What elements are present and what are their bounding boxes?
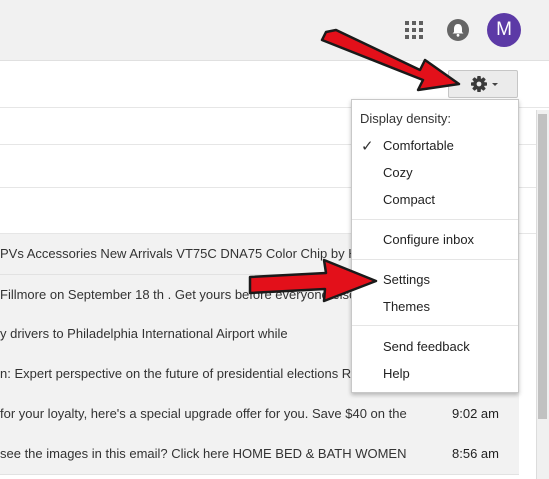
dropdown-caret-icon [492,83,498,86]
checkmark-icon: ✓ [361,138,374,155]
settings-gear-button[interactable] [448,70,518,98]
email-time: 8:56 am [452,446,499,461]
menu-item-configure-inbox[interactable]: Configure inbox [383,232,474,247]
display-density-label: Display density: [360,111,452,126]
menu-item-cozy[interactable]: Cozy [383,165,413,180]
email-snippet: y drivers to Philadelphia International … [0,326,288,341]
email-snippet: PVs Accessories New Arrivals VT75C DNA75… [0,246,368,261]
email-snippet: for your loyalty, here's a special upgra… [0,406,410,421]
menu-item-comfortable[interactable]: Comfortable [383,138,454,153]
menu-item-compact[interactable]: Compact [383,192,435,207]
apps-grid-icon[interactable] [405,21,423,39]
email-snippet: see the images in this email? Click here… [0,446,410,461]
menu-divider [352,219,518,220]
menu-item-settings[interactable]: Settings [383,272,430,287]
email-row[interactable]: see the images in this email? Click here… [0,434,519,475]
account-avatar[interactable]: M [487,13,521,47]
menu-item-themes[interactable]: Themes [383,299,430,314]
gear-icon [471,76,487,92]
menu-item-help[interactable]: Help [383,366,410,381]
menu-divider [352,259,518,260]
menu-item-send-feedback[interactable]: Send feedback [383,339,470,354]
email-snippet: n: Expert perspective on the future of p… [0,366,361,381]
menu-divider [352,325,518,326]
notifications-bell-icon[interactable] [447,19,469,41]
email-row[interactable]: for your loyalty, here's a special upgra… [0,394,519,435]
email-time: 9:02 am [452,406,499,421]
scrollbar-thumb[interactable] [538,114,547,419]
email-snippet: Fillmore on September 18 th . Get yours … [0,287,360,302]
